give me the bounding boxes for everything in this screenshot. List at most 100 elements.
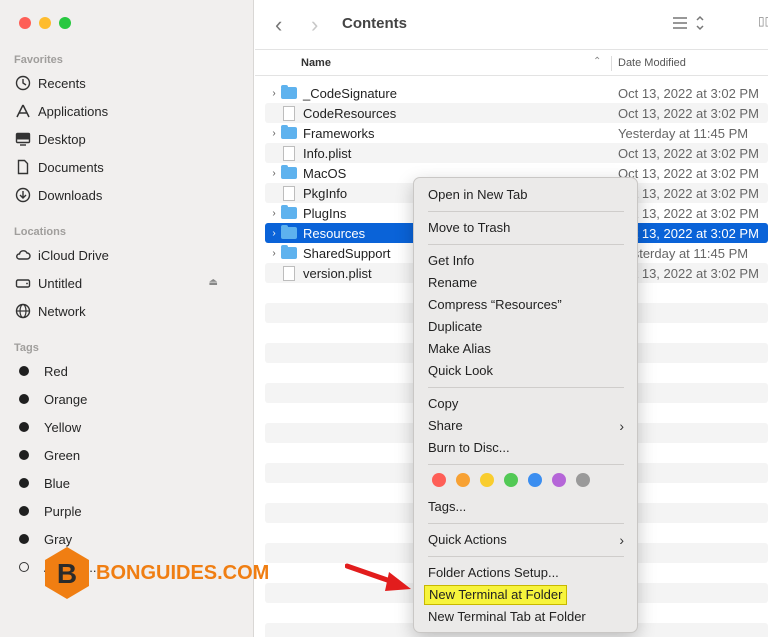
sidebar-item-label: Downloads (38, 187, 103, 203)
menu-item-new-terminal[interactable]: New Terminal at Folder (424, 585, 568, 605)
sidebar-item-tag-orange[interactable]: Orange (14, 388, 87, 410)
overflow-icon[interactable]: ▯▯ (758, 14, 768, 28)
column-name-header[interactable]: Name (301, 57, 331, 69)
disclosure-chevron-icon[interactable]: › (267, 228, 281, 239)
menu-item-folder-actions[interactable]: Folder Actions Setup... (428, 564, 559, 582)
sidebar-item-network[interactable]: Network (14, 300, 86, 322)
disclosure-chevron-icon[interactable]: › (267, 168, 281, 179)
sidebar-item-tag-yellow[interactable]: Yellow (14, 416, 81, 438)
sidebar-item-label: Documents (38, 159, 104, 175)
tag-color-blue[interactable] (528, 473, 542, 487)
sidebar-item-recents[interactable]: Recents (14, 72, 86, 94)
tags-heading: Tags (14, 342, 39, 354)
tag-color-green[interactable] (504, 473, 518, 487)
menu-item-share[interactable]: Share › (428, 417, 624, 435)
sidebar-item-label: Applications (38, 103, 109, 119)
column-divider[interactable] (611, 56, 612, 71)
globe-icon (14, 303, 32, 319)
file-date: Yesterday at 11:45 PM (618, 125, 749, 141)
file-date: Oct 13, 2022 at 3:02 PM (618, 85, 759, 101)
file-name: Info.plist (303, 145, 352, 161)
sidebar-item-documents[interactable]: Documents (14, 156, 104, 178)
menu-separator (428, 556, 624, 557)
sidebar-item-desktop[interactable]: Desktop (14, 128, 86, 150)
sidebar-item-label: iCloud Drive (38, 247, 109, 263)
menu-item-get-info[interactable]: Get Info (428, 252, 474, 270)
window-controls (19, 17, 71, 29)
disclosure-chevron-icon[interactable]: › (267, 248, 281, 259)
tag-dot-icon (19, 534, 29, 544)
column-date-header[interactable]: Date Modified (618, 57, 686, 69)
menu-item-duplicate[interactable]: Duplicate (428, 318, 482, 336)
sidebar-item-downloads[interactable]: Downloads (14, 184, 102, 206)
file-name: CodeResources (303, 105, 397, 121)
clock-icon (14, 75, 32, 91)
back-button[interactable]: ‹ (275, 12, 282, 38)
toolbar: ‹ › Contents ▯▯ (255, 0, 768, 50)
document-icon (14, 159, 32, 175)
file-date: Oct 13, 2022 at 3:02 PM (618, 205, 759, 221)
tag-dot-icon (19, 478, 29, 488)
disclosure-chevron-icon[interactable]: › (267, 208, 281, 219)
folder-icon (281, 85, 299, 100)
tag-color-red[interactable] (432, 473, 446, 487)
forward-button[interactable]: › (311, 12, 318, 38)
sidebar-item-tag-blue[interactable]: Blue (14, 472, 70, 494)
sidebar-item-label: Blue (44, 475, 71, 491)
sidebar-item-tag-red[interactable]: Red (14, 360, 68, 382)
sidebar-item-applications[interactable]: Applications (14, 100, 108, 122)
menu-item-new-terminal-tab[interactable]: New Terminal Tab at Folder (428, 608, 586, 626)
menu-item-open-new-tab[interactable]: Open in New Tab (428, 186, 528, 204)
sidebar-item-label: Desktop (38, 131, 86, 147)
menu-item-label: Quick Actions (428, 532, 507, 547)
file-icon (281, 105, 299, 121)
table-row[interactable]: › Frameworks Yesterday at 11:45 PM (255, 123, 768, 143)
minimize-button[interactable] (39, 17, 51, 29)
file-icon (281, 265, 299, 281)
sidebar-item-label: Orange (44, 391, 88, 407)
tag-color-yellow[interactable] (480, 473, 494, 487)
file-date: Oct 13, 2022 at 3:02 PM (618, 225, 759, 241)
sidebar-item-tag-purple[interactable]: Purple (14, 500, 82, 522)
disclosure-chevron-icon[interactable]: › (267, 128, 281, 139)
menu-item-quick-look[interactable]: Quick Look (428, 362, 493, 380)
sort-chevron-icon: ⌃ (593, 56, 602, 67)
file-name: Frameworks (303, 125, 375, 141)
eject-icon[interactable]: ⏏ (209, 277, 218, 288)
sidebar-item-label: Recents (38, 75, 86, 91)
download-icon (14, 187, 32, 203)
table-row[interactable]: › _CodeSignature Oct 13, 2022 at 3:02 PM (255, 83, 768, 103)
tag-color-gray[interactable] (576, 473, 590, 487)
menu-item-burn[interactable]: Burn to Disc... (428, 439, 510, 457)
tag-color-purple[interactable] (552, 473, 566, 487)
menu-item-make-alias[interactable]: Make Alias (428, 340, 491, 358)
table-row[interactable]: CodeResources Oct 13, 2022 at 3:02 PM (255, 103, 768, 123)
sidebar-item-untitled[interactable]: Untitled ⏏ (14, 272, 240, 294)
sidebar-item-icloud-drive[interactable]: iCloud Drive (14, 244, 109, 266)
menu-item-move-to-trash[interactable]: Move to Trash (428, 219, 510, 237)
column-header: Name ⌃ Date Modified (255, 51, 768, 76)
tag-color-orange[interactable] (456, 473, 470, 487)
drive-icon (14, 275, 32, 291)
svg-text:B: B (57, 558, 77, 589)
disclosure-chevron-icon[interactable]: › (267, 88, 281, 99)
chevron-right-icon: › (619, 532, 624, 548)
close-button[interactable] (19, 17, 31, 29)
annotation-arrow (345, 563, 411, 591)
menu-item-copy[interactable]: Copy (428, 395, 458, 413)
menu-item-compress[interactable]: Compress “Resources” (428, 296, 562, 314)
applications-icon (14, 103, 32, 119)
zoom-button[interactable] (59, 17, 71, 29)
tag-dot-icon (19, 366, 29, 376)
bonguides-logo-icon: B (45, 547, 89, 599)
menu-item-tags[interactable]: Tags... (428, 498, 466, 516)
list-view-icon[interactable] (670, 14, 706, 35)
menu-item-quick-actions[interactable]: Quick Actions › (428, 531, 624, 549)
chevron-right-icon: › (619, 418, 624, 434)
menu-item-rename[interactable]: Rename (428, 274, 477, 292)
table-row[interactable]: Info.plist Oct 13, 2022 at 3:02 PM (255, 143, 768, 163)
context-menu: Open in New Tab Move to Trash Get Info R… (413, 177, 638, 633)
sidebar-item-label: Purple (44, 503, 82, 519)
folder-icon (281, 245, 299, 260)
sidebar-item-tag-green[interactable]: Green (14, 444, 80, 466)
